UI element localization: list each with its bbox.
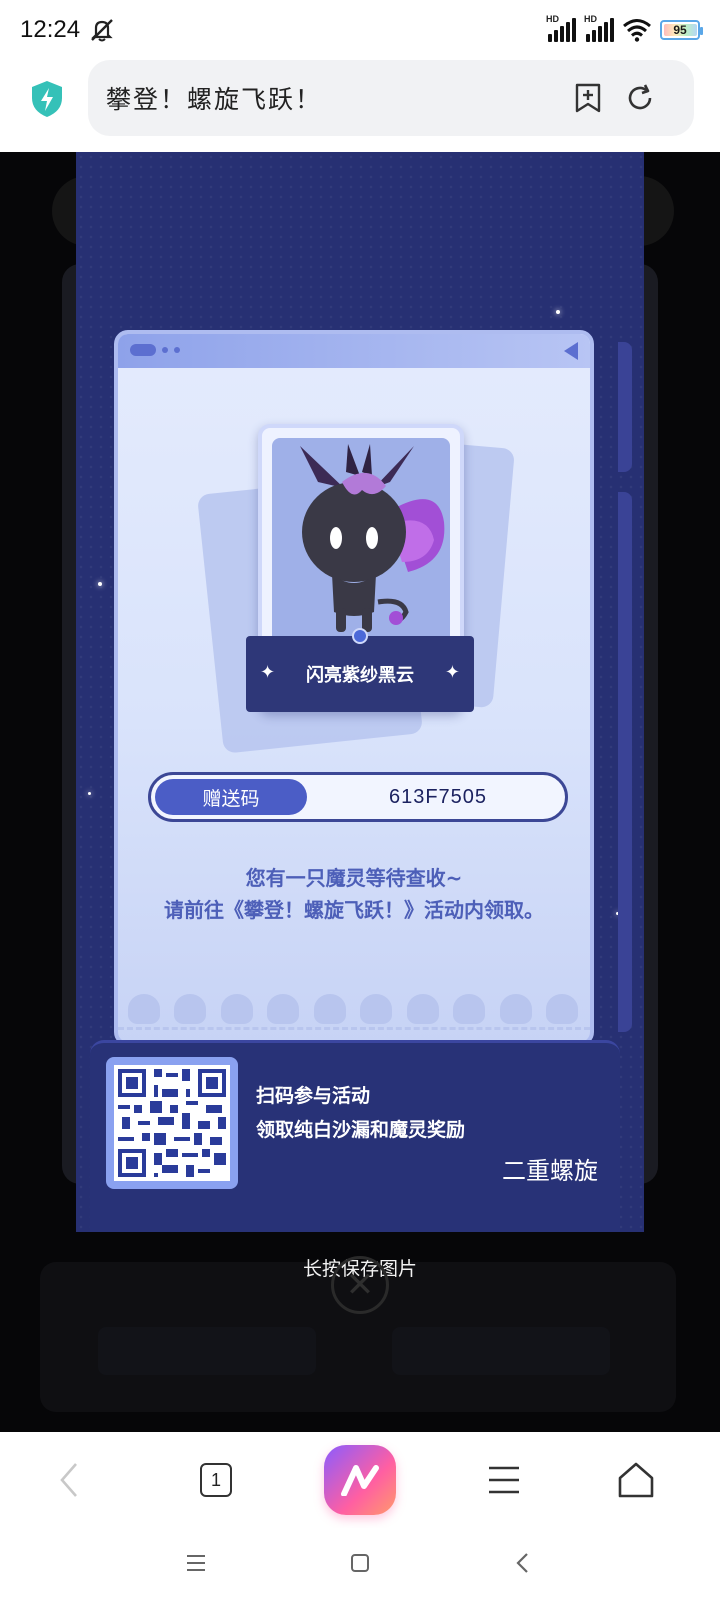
message-line-1: 您有一只魔灵等待查收~ bbox=[245, 866, 463, 890]
menu-button[interactable] bbox=[454, 1432, 554, 1528]
qr-code[interactable] bbox=[106, 1057, 238, 1189]
pet-silhouettes bbox=[128, 984, 578, 1024]
pet-illustration bbox=[300, 444, 445, 632]
qr-code-image bbox=[114, 1065, 230, 1181]
security-shield-icon[interactable] bbox=[30, 80, 64, 118]
message-line-2: 请前往《攀登！螺旋飞跃！》活动内领取。 bbox=[164, 898, 544, 922]
play-icon bbox=[564, 342, 578, 360]
recent-apps-button[interactable] bbox=[166, 1538, 226, 1588]
recents-icon bbox=[187, 1555, 205, 1571]
gift-code-label: 赠送码 bbox=[155, 779, 307, 815]
hamburger-menu-icon bbox=[489, 1466, 519, 1494]
url-box[interactable]: 攀登！螺旋飞跃！ bbox=[88, 60, 694, 136]
battery-indicator: 95 bbox=[660, 20, 703, 40]
close-icon: ✕ bbox=[345, 1265, 375, 1305]
square-home-icon bbox=[351, 1554, 369, 1572]
share-poster[interactable]: ✦ 闪亮紫纱黑云 ✦ 赠送码 613F7505 您有一只魔灵等待查收~ 请前往《… bbox=[76, 152, 644, 1232]
page-title: 攀登！螺旋飞跃！ bbox=[106, 85, 323, 114]
system-back-icon bbox=[516, 1553, 528, 1573]
home-button[interactable] bbox=[586, 1432, 686, 1528]
status-bar: 12:24 HD HD 95 bbox=[0, 0, 720, 60]
ghost-button-left bbox=[98, 1327, 316, 1375]
signal-1-icon: HD bbox=[546, 14, 576, 42]
back-button[interactable] bbox=[20, 1432, 120, 1528]
browser-bottom-nav: 1 bbox=[0, 1432, 720, 1528]
sparkle-icon: ✦ bbox=[444, 662, 460, 683]
add-bookmark-icon[interactable] bbox=[572, 82, 604, 114]
close-overlay-button[interactable]: ✕ bbox=[331, 1256, 389, 1314]
qr-text-line-2: 领取纯白沙漏和魔灵奖励 bbox=[256, 1119, 466, 1141]
gift-card: ✦ 闪亮紫纱黑云 ✦ 赠送码 613F7505 您有一只魔灵等待查收~ 请前往《… bbox=[114, 330, 594, 1046]
wifi-icon bbox=[623, 19, 651, 42]
gift-code-value[interactable]: 613F7505 bbox=[311, 775, 565, 819]
tabs-button[interactable]: 1 bbox=[166, 1432, 266, 1528]
ghost-button-right bbox=[392, 1327, 610, 1375]
system-home-button[interactable] bbox=[330, 1538, 390, 1588]
gift-code-row: 赠送码 613F7505 bbox=[148, 772, 568, 822]
tab-count: 1 bbox=[200, 1463, 232, 1497]
address-bar: 攀登！螺旋飞跃！ bbox=[0, 60, 720, 152]
status-time: 12:24 bbox=[20, 16, 81, 43]
refresh-icon[interactable] bbox=[624, 82, 656, 114]
pet-name: 闪亮紫纱黑云 bbox=[306, 665, 414, 686]
browser-logo-icon bbox=[324, 1445, 396, 1515]
sparkle-icon: ✦ bbox=[260, 662, 276, 683]
game-logo: 二重螺旋 bbox=[502, 1157, 598, 1185]
browser-app-button[interactable] bbox=[310, 1432, 410, 1528]
card-header bbox=[118, 334, 590, 368]
system-nav-bar bbox=[0, 1528, 720, 1601]
chevron-left-icon bbox=[60, 1463, 77, 1497]
mute-icon bbox=[91, 19, 113, 42]
system-back-button[interactable] bbox=[492, 1538, 552, 1588]
pet-nameplate: ✦ 闪亮紫纱黑云 ✦ bbox=[246, 628, 474, 712]
qr-panel: 扫码参与活动 领取纯白沙漏和魔灵奖励 二重螺旋 bbox=[90, 1040, 620, 1232]
signal-2-icon: HD bbox=[584, 14, 614, 42]
home-icon bbox=[618, 1462, 654, 1498]
qr-text-line-1: 扫码参与活动 bbox=[256, 1085, 371, 1107]
